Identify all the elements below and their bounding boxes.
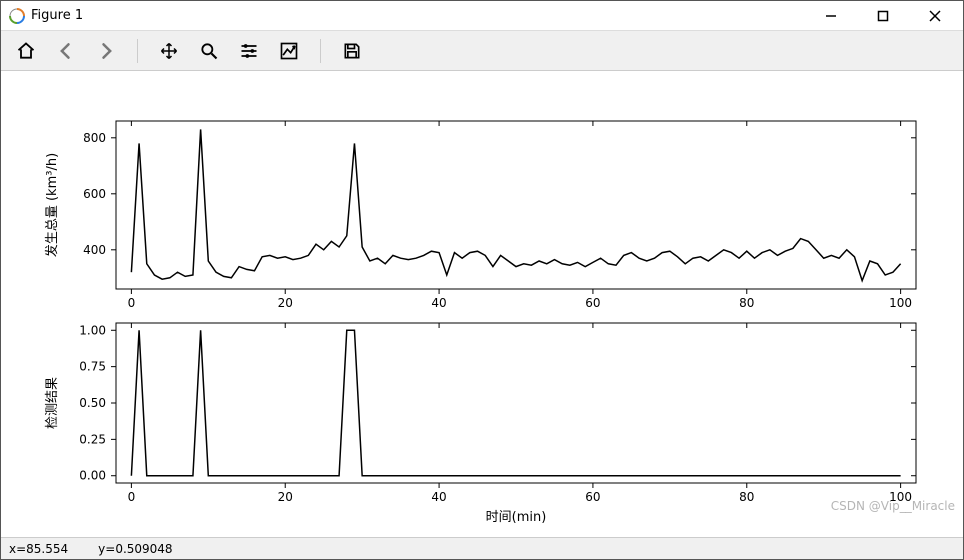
window-title: Figure 1 [31,8,83,23]
plots-svg: 0 20 40 60 80 100 400 600 800 发生总量 (km³/h) 0 20 40 60… [1,71,963,537]
status-x: x=85.554 [9,542,68,556]
separator [137,39,138,63]
svg-text:发生总量 (km³/h): 发生总量 (km³/h) [44,153,60,257]
axes-icon[interactable] [274,36,304,66]
svg-text:0: 0 [128,490,136,504]
svg-text:80: 80 [739,490,754,504]
svg-text:时间(min): 时间(min) [486,510,547,525]
svg-text:40: 40 [431,296,446,310]
save-icon[interactable] [337,36,367,66]
minimize-button[interactable] [819,4,843,28]
titlebar: Figure 1 [1,1,963,31]
svg-text:100: 100 [889,296,912,310]
svg-text:1.00: 1.00 [79,323,106,337]
toolbar [1,31,963,71]
back-icon[interactable] [51,36,81,66]
svg-text:400: 400 [83,243,106,257]
maximize-button[interactable] [871,4,895,28]
statusbar: x=85.554 y=0.509048 [1,537,963,559]
svg-text:800: 800 [83,131,106,145]
svg-text:20: 20 [278,490,293,504]
svg-text:100: 100 [889,490,912,504]
status-y: y=0.509048 [98,542,172,556]
figure-area[interactable]: 0 20 40 60 80 100 400 600 800 发生总量 (km³/h) 0 20 40 60… [1,71,963,537]
svg-text:80: 80 [739,296,754,310]
zoom-icon[interactable] [194,36,224,66]
window-controls [819,4,955,28]
matplotlib-window: Figure 1 020406080100400600800发生总量 (km³/… [0,0,964,560]
separator [320,39,321,63]
svg-text:0.00: 0.00 [79,469,106,483]
svg-text:60: 60 [585,490,600,504]
app-icon [9,8,25,24]
svg-text:0.50: 0.50 [79,396,106,410]
home-icon[interactable] [11,36,41,66]
svg-text:60: 60 [585,296,600,310]
svg-text:0.25: 0.25 [79,432,106,446]
close-button[interactable] [923,4,947,28]
svg-text:检测结果: 检测结果 [45,377,60,429]
svg-text:600: 600 [83,187,106,201]
configure-icon[interactable] [234,36,264,66]
pan-icon[interactable] [154,36,184,66]
svg-text:0: 0 [128,296,136,310]
svg-text:20: 20 [278,296,293,310]
svg-text:0.75: 0.75 [79,360,106,374]
forward-icon[interactable] [91,36,121,66]
svg-text:40: 40 [431,490,446,504]
